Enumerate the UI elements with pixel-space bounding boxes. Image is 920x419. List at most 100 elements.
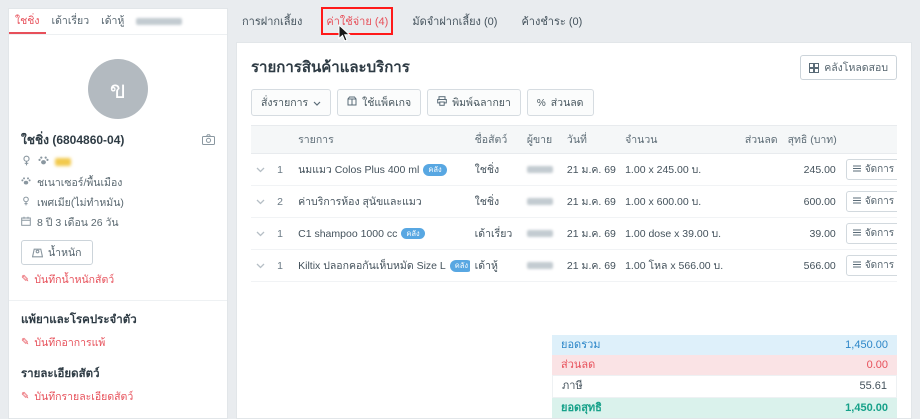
stock-load-button[interactable]: คลังโหลดสอบ [800, 55, 897, 80]
row-date: 21 ม.ค. 69 [562, 186, 620, 218]
row-animal: เด้าหู้ [470, 250, 522, 282]
package-icon [347, 96, 357, 109]
stock-badge: คลัง [423, 164, 446, 176]
table-row: 1C1 shampoo 1000 ccคลังเด้าเรี่ยว21 ม.ค.… [251, 218, 897, 250]
record-allergy-link[interactable]: ✎ บันทึกอาการแพ้ [21, 332, 215, 353]
printer-icon [437, 96, 447, 109]
row-item-name: นมแมว Colos Plus 400 mlคลัง [293, 154, 470, 186]
row-seller [522, 218, 562, 250]
pencil-icon: ✎ [21, 274, 29, 285]
pet-detail-row: 8 ปี 3 เดือน 26 วัน [21, 212, 215, 232]
main-tabs: การฝากเลี้ยง ค่าใช้จ่าย (4) มัดจำฝากเลี้ยง… [236, 8, 912, 34]
row-qty: 1 [267, 154, 293, 186]
pet-tab[interactable]: ใชชิ่ง [9, 9, 46, 34]
percent-icon: % [537, 97, 546, 109]
summary-value: 55.61 [859, 379, 887, 393]
allergy-section-title: แพ้ยาและโรคประจำตัว [21, 311, 215, 329]
col-date: วันที่ [562, 126, 620, 154]
row-animal: ใชชิ่ง [470, 186, 522, 218]
pet-name: ใชชิ่ง (6804860-04) [21, 131, 124, 150]
col-discount: ส่วนลด [736, 126, 782, 154]
divider [9, 300, 227, 301]
main-area: การฝากเลี้ยง ค่าใช้จ่าย (4) มัดจำฝากเลี้ยง… [236, 8, 912, 419]
redacted-text [527, 198, 553, 205]
row-date: 21 ม.ค. 69 [562, 250, 620, 282]
toolbar-button-label: ใช้แพ็คเกจ [362, 94, 411, 111]
row-total: 39.00 [783, 218, 841, 250]
summary-row-discount: ส่วนลด0.00 [552, 355, 897, 375]
row-seller [522, 250, 562, 282]
row-total: 600.00 [783, 186, 841, 218]
summary-totals: ยอดรวม1,450.00ส่วนลด0.00ภาษี55.61ยอดสุทธ… [552, 335, 897, 418]
row-discount [736, 250, 782, 282]
summary-label: ยอดสุทธิ [561, 401, 602, 415]
paw-icon [21, 176, 31, 189]
manage-button[interactable]: จัดการ [846, 255, 897, 276]
col-item: รายการ [293, 126, 470, 154]
toolbar-button[interactable]: สั่งรายการ [251, 89, 331, 116]
weight-button[interactable]: น้ำหนัก [21, 240, 93, 265]
pet-tab[interactable]: เด้าหู้ [95, 9, 130, 34]
main-tab[interactable]: มัดจำฝากเลี้ยง (0) [412, 12, 497, 30]
summary-label: ส่วนลด [561, 358, 595, 372]
pet-detail-row: ชเนาเซอร์/พื้นเมือง [21, 172, 215, 192]
row-quantity-price: 1.00 dose x 39.00 บ. [620, 218, 736, 250]
gender-icon [21, 196, 31, 209]
chevron-down-icon[interactable] [251, 250, 267, 282]
toolbar-button-label: พิมพ์ฉลากยา [452, 94, 511, 111]
col-total: สุทธิ (บาท) [783, 126, 841, 154]
summary-value: 1,450.00 [845, 338, 888, 352]
camera-icon[interactable] [202, 134, 215, 148]
pet-sidebar: ใชชิ่งเด้าเรี่ยวเด้าหู้ ข ใชชิ่ง (680486… [8, 8, 228, 419]
toolbar-button[interactable]: พิมพ์ฉลากยา [427, 89, 521, 116]
main-tab[interactable]: ค้างชำระ (0) [521, 12, 582, 30]
table-header-row: รายการ ชื่อสัตว์ ผู้ขาย วันที่ จำนวน ส่ว… [251, 126, 897, 154]
pet-detail-text: 8 ปี 3 เดือน 26 วัน [37, 214, 119, 231]
summary-value: 1,450.00 [845, 401, 888, 415]
row-date: 21 ม.ค. 69 [562, 218, 620, 250]
pet-detail-row: เพศเมีย(ไม่ทำหมัน) [21, 192, 215, 212]
row-total: 566.00 [783, 250, 841, 282]
row-total: 245.00 [783, 154, 841, 186]
pet-detail-text: ชเนาเซอร์/พื้นเมือง [37, 174, 122, 191]
row-date: 21 ม.ค. 69 [562, 154, 620, 186]
stock-badge: คลัง [450, 260, 470, 272]
main-tab[interactable]: การฝากเลี้ยง [242, 12, 302, 30]
table-row: 2ค่าบริการห้อง สุนัขและแมวใชชิ่ง21 ม.ค. … [251, 186, 897, 218]
table-row: 1นมแมว Colos Plus 400 mlคลังใชชิ่ง 21 ม.ค… [251, 154, 897, 186]
discount-button[interactable]: %ส่วนลด [527, 89, 594, 116]
toolbar-button[interactable]: ใช้แพ็คเกจ [337, 89, 421, 116]
record-detail-link[interactable]: ✎ บันทึกรายละเอียดสัตว์ [21, 386, 215, 407]
row-seller [522, 154, 562, 186]
gender-icon [21, 155, 32, 169]
items-table: รายการ ชื่อสัตว์ ผู้ขาย วันที่ จำนวน ส่ว… [251, 125, 897, 282]
row-discount [736, 186, 782, 218]
menu-icon [853, 260, 861, 271]
calendar-icon [21, 216, 31, 229]
pet-tab[interactable] [130, 9, 188, 34]
pet-tab[interactable]: เด้าเรี่ยว [46, 9, 96, 34]
row-item-name: C1 shampoo 1000 ccคลัง [293, 218, 470, 250]
paw-icon [38, 155, 49, 169]
row-quantity-price: 1.00 โหล x 566.00 บ. [620, 250, 736, 282]
manage-button[interactable]: จัดการ [846, 191, 897, 212]
chevron-down-icon[interactable] [251, 186, 267, 218]
col-seller: ผู้ขาย [522, 126, 562, 154]
main-tab[interactable]: ค่าใช้จ่าย (4) [326, 12, 388, 30]
summary-label: ภาษี [562, 379, 583, 393]
menu-icon [853, 164, 861, 175]
scale-icon [32, 248, 43, 258]
manage-button[interactable]: จัดการ [846, 159, 897, 180]
row-animal: ใชชิ่ง [470, 154, 522, 186]
chevron-down-icon[interactable] [251, 218, 267, 250]
manage-button[interactable]: จัดการ [846, 223, 897, 244]
row-qty: 1 [267, 218, 293, 250]
row-discount [736, 154, 782, 186]
pet-detail-section-title: รายละเอียดสัตว์ [21, 365, 215, 383]
chevron-down-icon[interactable] [251, 154, 267, 186]
record-weight-link[interactable]: ✎ บันทึกน้ำหนักสัตว์ [21, 269, 215, 290]
redacted-text [527, 262, 553, 269]
table-row: 1Kiltix ปลอกคอกันเห็บหมัด Size Lคลังเด้า… [251, 250, 897, 282]
redacted-text [136, 18, 182, 25]
pencil-icon: ✎ [21, 391, 29, 402]
